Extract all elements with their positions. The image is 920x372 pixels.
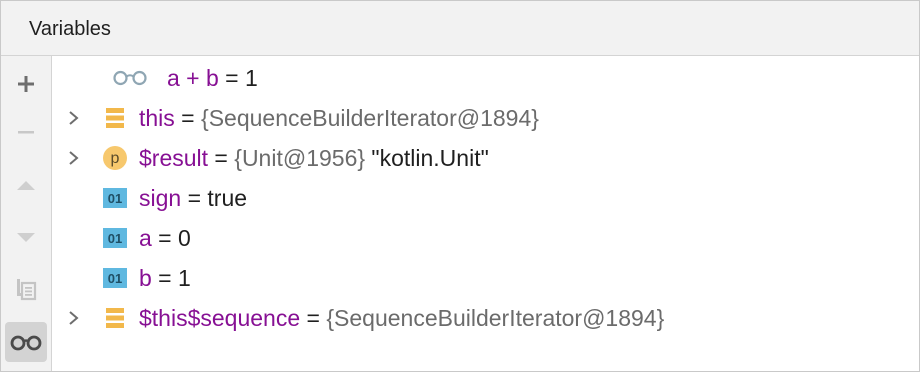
primitive-icon-label: 01 [108, 231, 122, 246]
chevron-right-icon[interactable] [66, 149, 82, 167]
watch-row[interactable]: a + b = 1 [52, 58, 919, 98]
triangle-down-icon [17, 233, 35, 242]
panel-title: Variables [29, 18, 111, 40]
copy-icon [17, 279, 37, 301]
chevron-right-icon[interactable] [66, 109, 82, 127]
parameter-icon: p [102, 146, 128, 170]
duplicate-watch-button[interactable] [5, 269, 47, 309]
move-watch-down-button[interactable] [5, 217, 47, 257]
variable-row[interactable]: 01 a = 0 [52, 218, 919, 258]
variables-tree: a + b = 1 this = {SequenceBuilderIterato… [52, 56, 919, 371]
variable-row[interactable]: this = {SequenceBuilderIterator@1894} [52, 98, 919, 138]
primitive-icon: 01 [102, 266, 128, 290]
minus-icon [18, 131, 34, 134]
variable-value: {SequenceBuilderIterator@1894} [201, 105, 539, 131]
primitive-icon-label: 01 [108, 191, 122, 206]
plus-icon [18, 76, 34, 92]
primitive-icon: 01 [102, 186, 128, 210]
glasses-icon [10, 335, 42, 351]
primitive-icon: 01 [102, 226, 128, 250]
variable-row[interactable]: 01 sign = true [52, 178, 919, 218]
field-icon [102, 306, 128, 330]
chevron-right-icon[interactable] [66, 309, 82, 327]
parameter-icon-letter: p [111, 150, 120, 167]
variable-row[interactable]: $this$sequence = {SequenceBuilderIterato… [52, 298, 919, 338]
remove-watch-button[interactable] [5, 112, 47, 152]
variable-row[interactable]: p $result = {Unit@1956} "kotlin.Unit" [52, 138, 919, 178]
variables-panel: Variables a + b = 1 this = {SequenceBuil… [0, 0, 920, 372]
show-watches-toggle[interactable] [5, 322, 47, 362]
primitive-icon-label: 01 [108, 271, 122, 286]
variable-name: b [139, 265, 152, 291]
variable-string-value: "kotlin.Unit" [365, 145, 489, 171]
field-icon [102, 106, 128, 130]
variable-value: 0 [178, 225, 191, 251]
variable-row[interactable]: 01 b = 1 [52, 258, 919, 298]
variable-row-text: sign = true [139, 185, 248, 211]
watch-glasses-icon [100, 66, 160, 90]
variable-value: true [207, 185, 248, 211]
variable-row-text: $this$sequence = {SequenceBuilderIterato… [139, 305, 665, 331]
variables-toolbar [1, 56, 52, 371]
variable-name: $result [139, 145, 209, 171]
add-watch-button[interactable] [5, 64, 47, 104]
variable-name: sign [139, 185, 182, 211]
variable-name: this [139, 105, 175, 131]
panel-header: Variables [1, 1, 919, 56]
variable-value: 1 [245, 65, 258, 91]
variable-value: {Unit@1956} [234, 145, 366, 171]
watch-row-text: a + b = 1 [167, 65, 258, 91]
variable-row-text: $result = {Unit@1956} "kotlin.Unit" [139, 145, 489, 171]
variable-name: a [139, 225, 152, 251]
move-watch-up-button[interactable] [5, 166, 47, 206]
triangle-up-icon [17, 181, 35, 190]
variable-row-text: this = {SequenceBuilderIterator@1894} [139, 105, 539, 131]
variable-row-text: a = 0 [139, 225, 191, 251]
variable-name: a + b [167, 65, 219, 91]
variable-value: 1 [178, 265, 191, 291]
variable-value: {SequenceBuilderIterator@1894} [326, 305, 665, 331]
variable-row-text: b = 1 [139, 265, 191, 291]
variable-name: $this$sequence [139, 305, 301, 331]
